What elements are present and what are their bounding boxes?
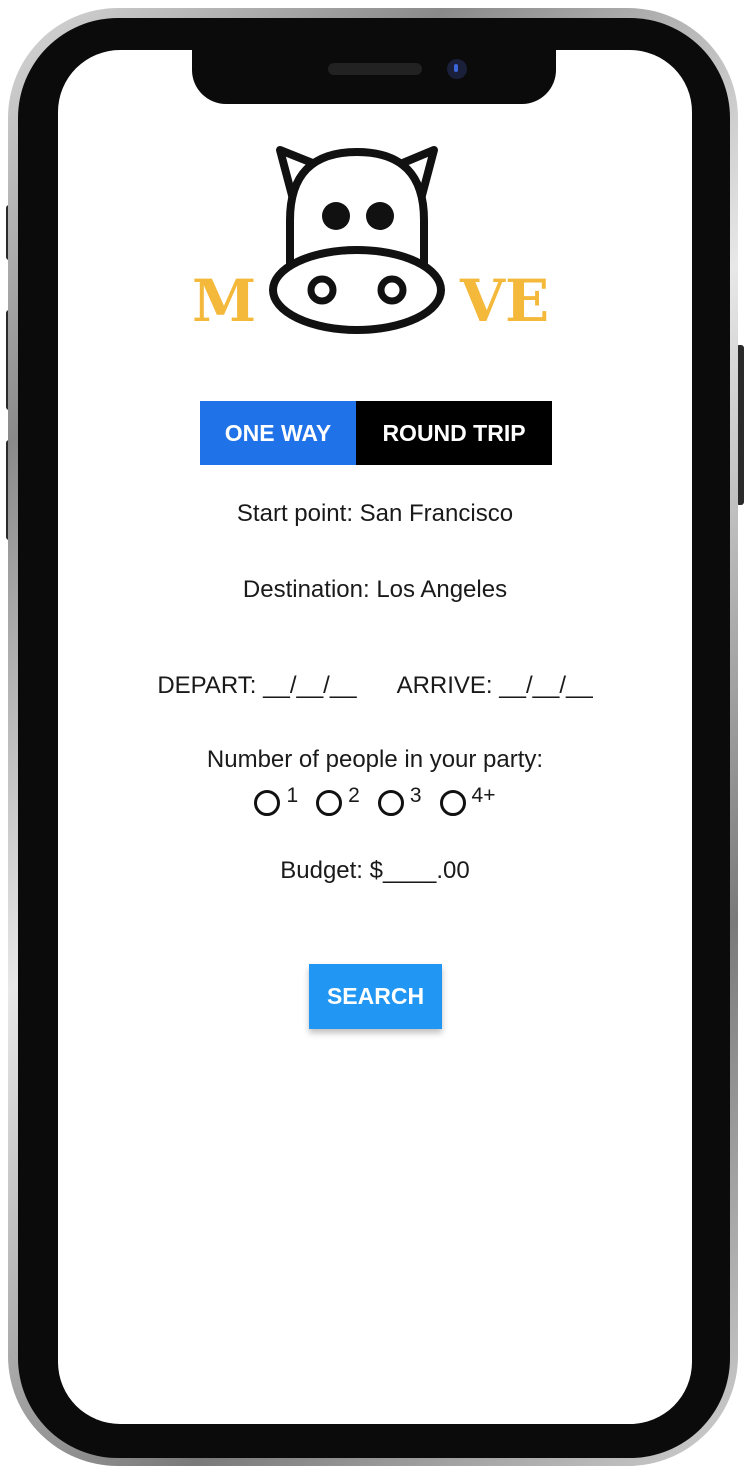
round-trip-button[interactable]: ROUND TRIP [356, 401, 552, 465]
depart-date-field[interactable]: DEPART: __/__/__ [157, 672, 356, 699]
speaker-grille [328, 63, 422, 75]
party-size-option-label: 2 [348, 784, 360, 807]
budget-field[interactable]: Budget: $____.00 [58, 857, 692, 885]
front-camera [447, 59, 467, 79]
dates-row: DEPART: __/__/__ ARRIVE: __/__/__ [58, 672, 692, 700]
party-size-label: Number of people in your party: [206, 746, 544, 773]
party-size-option-4plus[interactable]: 4+ [439, 784, 496, 816]
notch [192, 46, 556, 104]
app-logo: M VE [190, 140, 562, 340]
start-point-field[interactable]: Start point: San Francisco [58, 500, 692, 528]
destination-field[interactable]: Destination: Los Angeles [58, 576, 692, 604]
party-size-option-1[interactable]: 1 [254, 784, 298, 816]
logo-letters-ve: VE [460, 267, 550, 335]
party-size-option-3[interactable]: 3 [377, 784, 422, 816]
one-way-button[interactable]: ONE WAY [200, 401, 356, 465]
party-size-option-label: 3 [409, 784, 422, 807]
radio-circle-icon [377, 790, 404, 816]
trip-type-toggle: ONE WAY ROUND TRIP [200, 401, 552, 465]
party-size-option-label: 1 [286, 784, 299, 807]
party-size-options: 1 2 3 4+ [58, 784, 692, 816]
radio-circle-icon [439, 790, 466, 816]
search-button[interactable]: SEARCH [309, 964, 442, 1029]
radio-circle-icon [254, 790, 281, 816]
party-size-option-label: 4+ [471, 784, 496, 807]
party-size-option-2[interactable]: 2 [316, 784, 360, 816]
arrive-date-field[interactable]: ARRIVE: __/__/__ [397, 672, 593, 699]
radio-circle-icon [316, 790, 343, 816]
phone-frame: M VE ONE WAY ROUND TRIP Start point: San… [0, 0, 752, 1476]
